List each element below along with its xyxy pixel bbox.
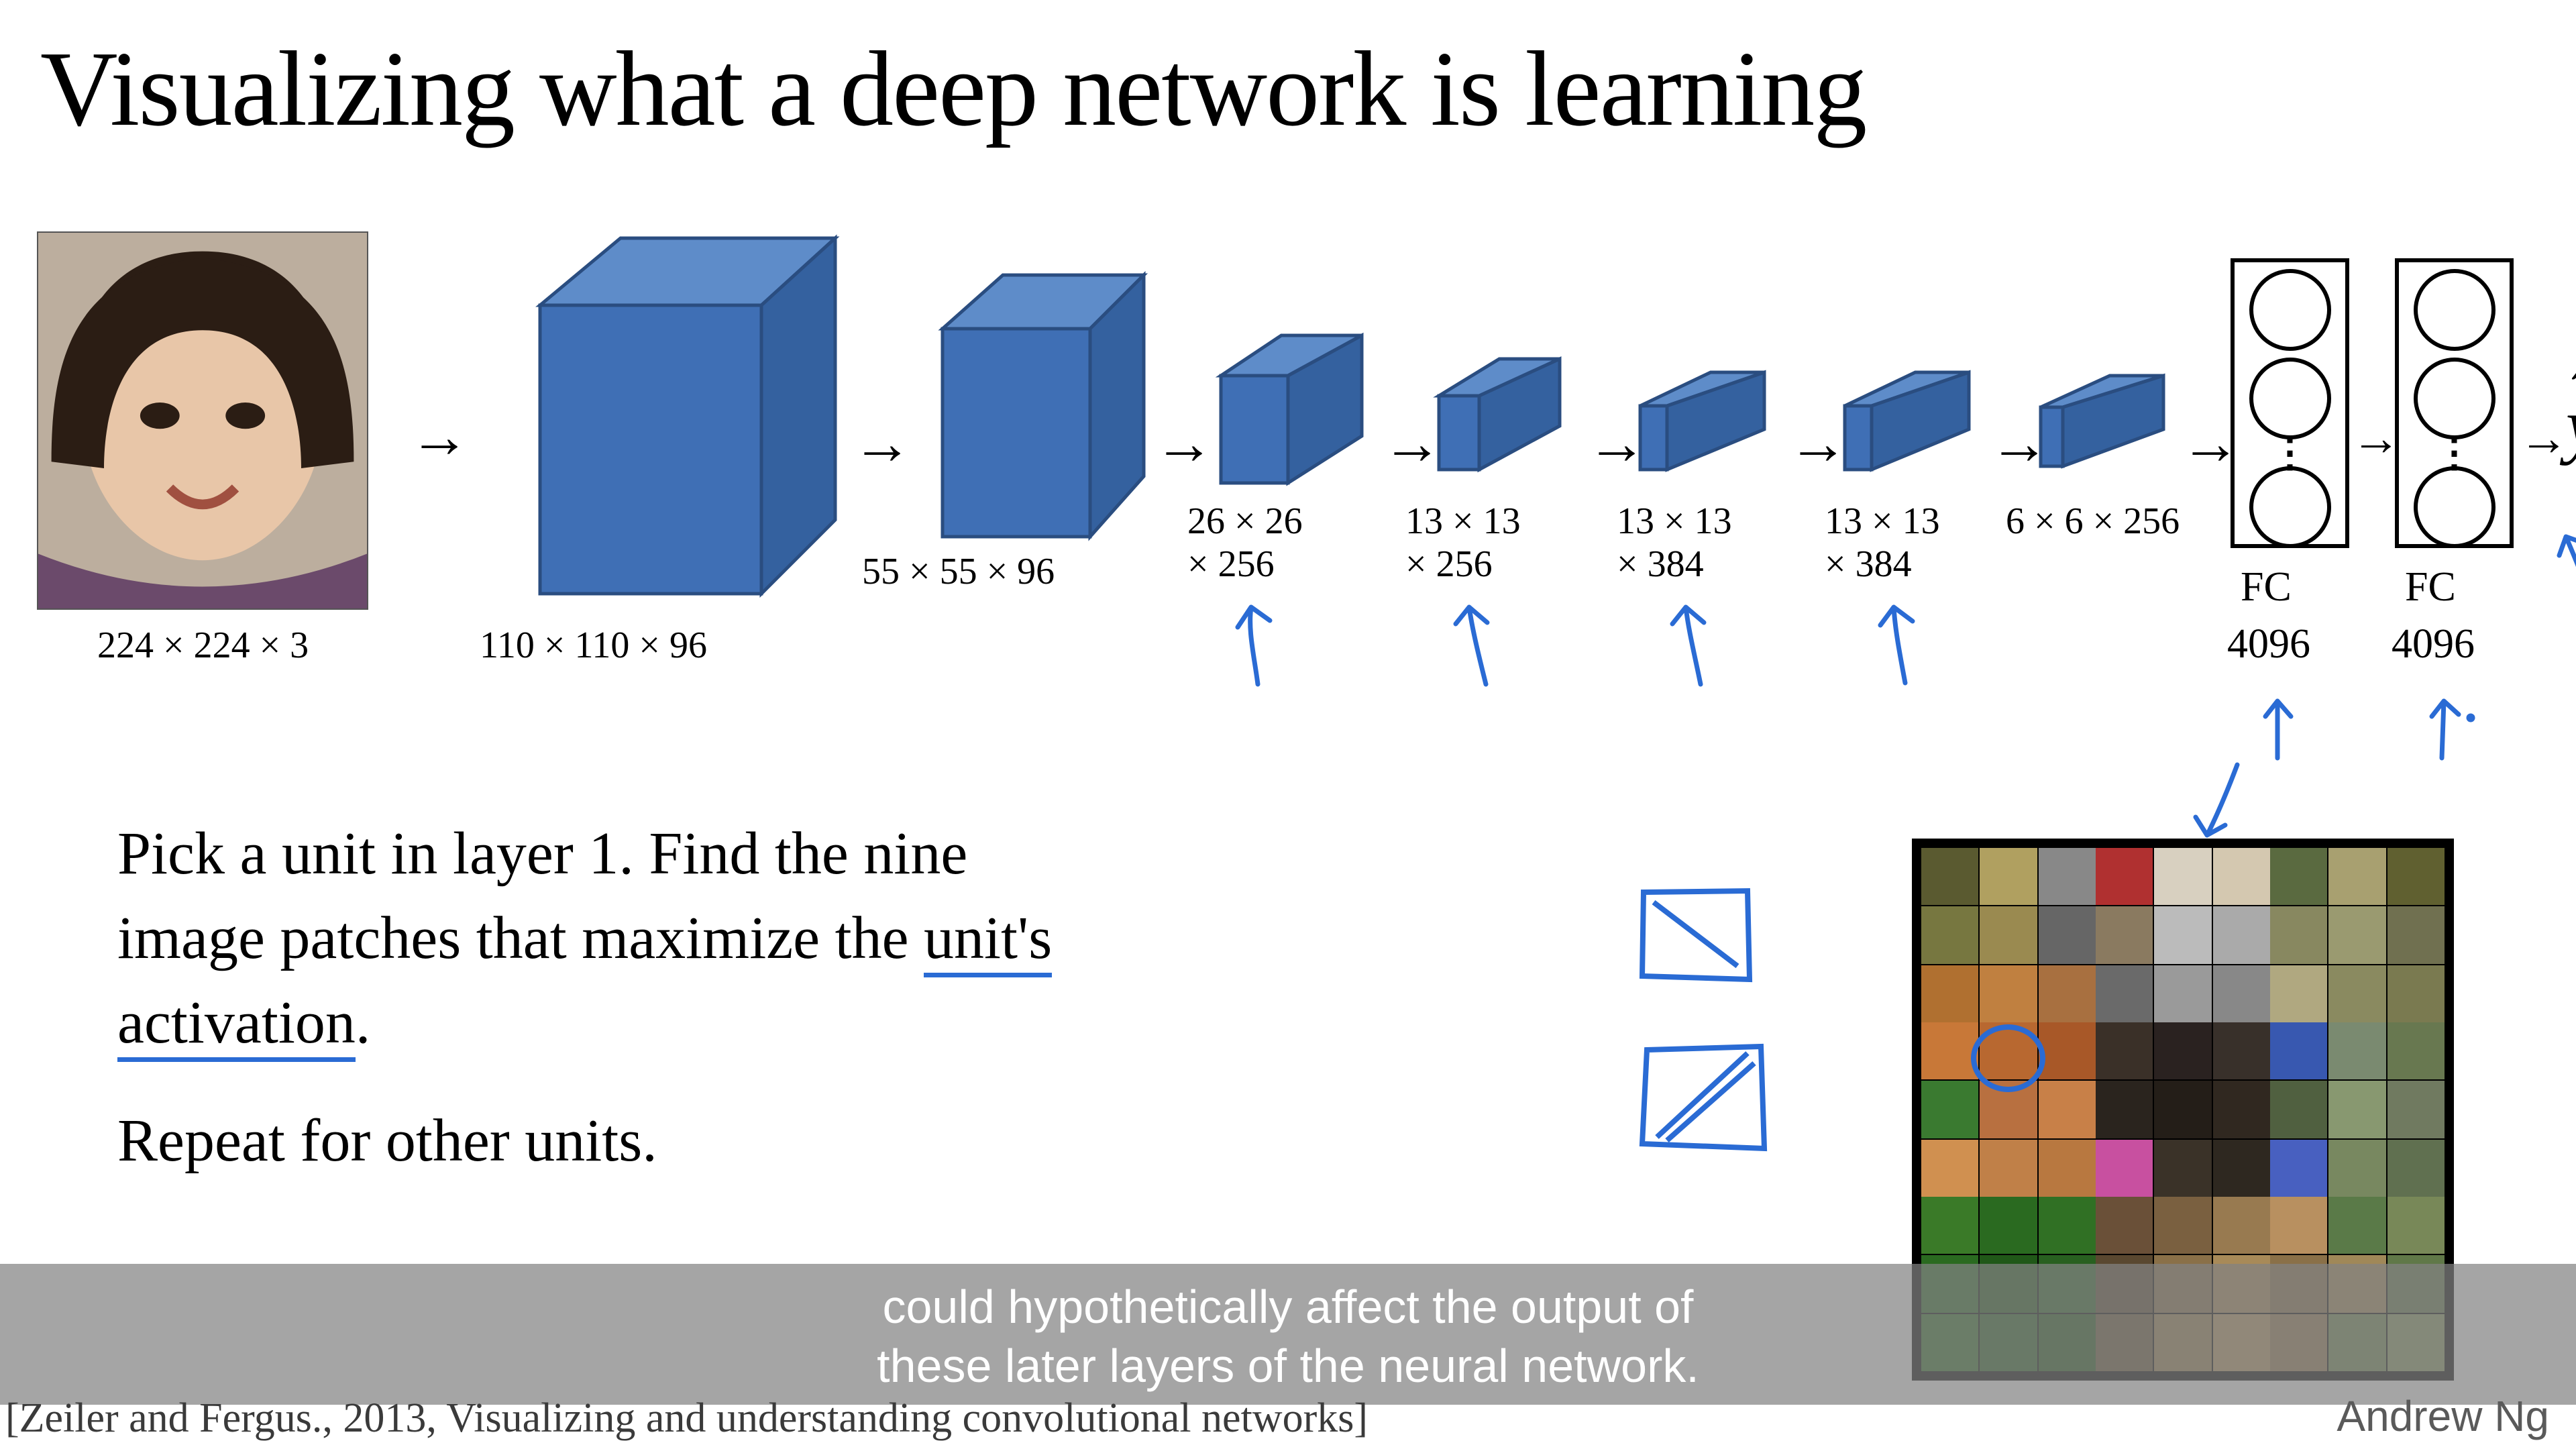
hand-arrow-icon [2546,523,2576,617]
arrow-icon: → [409,402,470,472]
conv-block-2 [909,268,1150,550]
fc2-label: FC [2405,564,2456,611]
fc1-label: FC [2241,564,2292,611]
l5-dim: 13 × 13 × 384 [1617,500,1732,586]
text-line: Repeat for other units. [117,1108,657,1174]
hand-arrow-icon [1439,597,1519,691]
hand-circle-annotation [1971,1024,2045,1092]
patch-sketch-1 [1630,879,1764,993]
underlined-word: unit's [924,905,1052,977]
conv-block-7 [2033,372,2174,480]
hand-arrow-icon [1654,597,1734,691]
conv-block-5 [1630,369,1778,483]
hand-arrow-icon [2412,691,2479,765]
input-image [37,231,368,610]
slide-title: Visualizing what a deep network is learn… [40,27,1866,151]
text-line: image patches that maximize the [117,905,924,971]
arrow-icon: → [852,409,912,478]
l6-dim: 13 × 13 × 384 [1825,500,1940,586]
caption-line: could hypothetically affect the output o… [883,1281,1694,1333]
instruction-text: Pick a unit in layer 1. Find the nine im… [117,812,1526,1183]
l3-dim: 26 × 26 × 256 [1187,500,1303,586]
patch-sketch-2 [1630,1033,1778,1167]
conv-block-4 [1426,356,1573,483]
text-line: Pick a unit in layer 1. Find the nine [117,820,967,887]
hand-arrow-icon [1218,597,1298,691]
l7-dim: 6 × 6 × 256 [2006,500,2180,543]
fc2-size: 4096 [2392,621,2475,668]
conv-block-1 [493,231,842,607]
author-name: Andrew Ng [2337,1391,2549,1441]
input-dim: 224 × 224 × 3 [97,624,309,667]
hand-arrow-icon [2177,758,2257,845]
arrow-icon: → [2519,409,2569,466]
unit-patches [2270,1022,2445,1197]
network-diagram: 224 × 224 × 3 → 110 × 110 × 96 → 55 × 55… [37,221,2549,657]
conv-block-6 [1835,369,1982,483]
underlined-word: activation [117,989,356,1062]
output-yhat: yˆ [2566,382,2576,468]
unit-patches [2096,1022,2270,1197]
hand-arrow-icon [1862,597,1942,691]
hand-arrow-icon [2244,691,2311,765]
l2-dim: 55 × 55 × 96 [862,550,1055,593]
unit-patches [1921,848,2096,1022]
text: . [356,989,371,1056]
caption-line: these later layers of the neural network… [877,1340,1699,1392]
fc-layer-1: ⋮ [2231,258,2349,548]
unit-patches [2096,848,2270,1022]
fc-layer-2: ⋮ [2395,258,2514,548]
arrow-icon: → [2351,409,2401,466]
unit-patches [2270,848,2445,1022]
l1-dim: 110 × 110 × 96 [480,624,707,667]
video-caption: could hypothetically affect the output o… [0,1278,2576,1395]
conv-block-3 [1201,329,1375,496]
fc1-size: 4096 [2227,621,2310,668]
l4-dim: 13 × 13 × 256 [1405,500,1521,586]
citation-text: [Zeiler and Fergus., 2013, Visualizing a… [5,1395,1368,1442]
